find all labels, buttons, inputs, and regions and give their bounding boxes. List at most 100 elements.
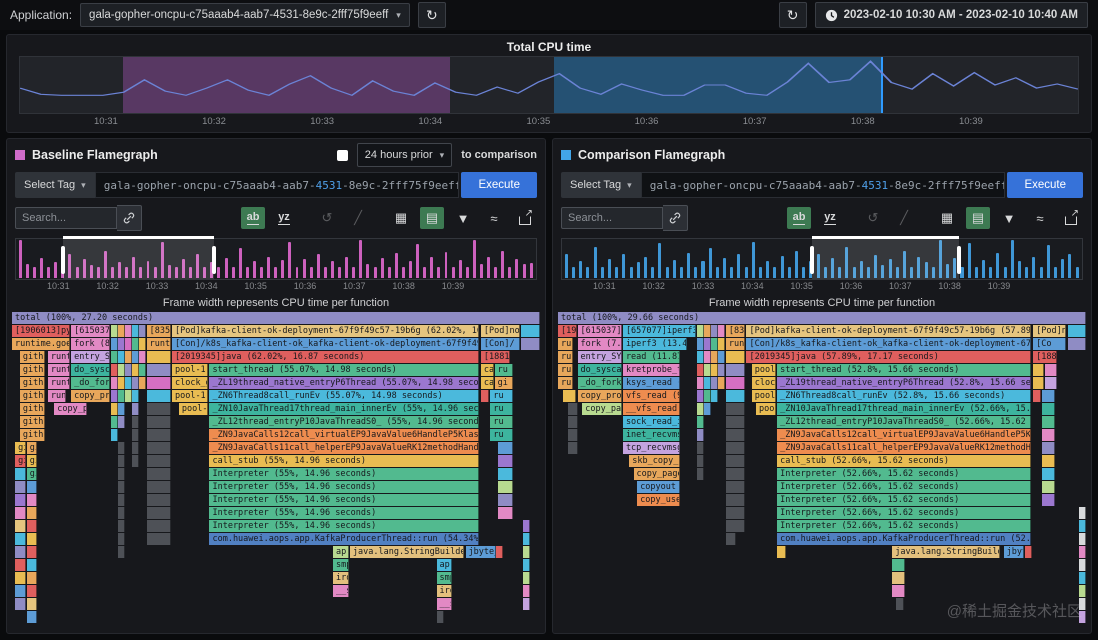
flame-cell[interactable]: Interpreter (55%, 14.96 seconds) (209, 520, 479, 532)
flame-cell[interactable]: com.huawei.aops.app.KafkaProducerThread:… (209, 533, 479, 545)
flame-cell[interactable]: [1906013]pyrosc (12, 325, 70, 337)
flame-cell[interactable]: ru (490, 403, 512, 415)
flame-cell[interactable]: pool- (752, 364, 776, 376)
flame-cell[interactable]: __vfs_read ( (623, 403, 680, 415)
flame-cell[interactable] (718, 364, 725, 376)
flame-cell[interactable] (523, 533, 530, 545)
highlight-icon[interactable]: ╱ (346, 207, 370, 229)
flame-cell[interactable] (15, 481, 26, 493)
flame-cell[interactable] (147, 494, 171, 506)
flame-cell[interactable]: read (11.87%, 1 (623, 351, 680, 363)
flame-cell[interactable] (139, 377, 146, 389)
flame-cell[interactable]: clock (752, 377, 776, 389)
flame-cell[interactable]: ca (481, 377, 494, 389)
flame-cell[interactable] (697, 429, 704, 441)
flame-cell[interactable] (1079, 533, 1086, 545)
flame-cell[interactable] (1033, 390, 1040, 402)
highlight-icon[interactable]: ╱ (892, 207, 916, 229)
flame-cell[interactable]: Interpreter (55%, 14.96 seconds) (209, 481, 479, 493)
flame-cell[interactable]: call_stub (52.66%, 15.62 seconds) (777, 455, 1030, 467)
comparison-search-input[interactable] (561, 207, 663, 229)
flame-cell[interactable]: sock_read_it (623, 416, 680, 428)
flame-cell[interactable] (1079, 546, 1086, 558)
flame-cell[interactable] (118, 507, 125, 519)
flame-cell[interactable]: tcp_recvmsg (623, 442, 680, 454)
flame-cell[interactable]: do_syscal (71, 364, 110, 376)
flame-cell[interactable] (132, 403, 139, 415)
sandwich-view-icon[interactable]: ▤ (420, 207, 444, 229)
flame-cell[interactable] (892, 559, 905, 571)
flame-cell[interactable] (1042, 494, 1056, 506)
flame-cell[interactable] (118, 455, 125, 467)
flame-cell[interactable]: runti (48, 351, 70, 363)
flame-cell[interactable] (523, 598, 530, 610)
fit-head-icon[interactable]: ab (241, 207, 265, 229)
flame-cell[interactable]: ksys_read (9 (623, 377, 680, 389)
flame-cell[interactable]: [Pod]kafka-client-ok-deployment-67f9f49c… (172, 325, 479, 337)
baseline-search-input[interactable] (15, 207, 117, 229)
export-icon[interactable]: ↗ (513, 207, 537, 229)
flame-cell[interactable] (437, 611, 445, 623)
flame-cell[interactable] (726, 481, 745, 493)
comparison-link-button[interactable] (663, 205, 688, 231)
flame-cell[interactable]: Interpreter (52.66%, 15.62 seconds) (777, 520, 1030, 532)
flame-cell[interactable]: Interpreter (55%, 14.96 seconds) (209, 494, 479, 506)
flame-cell[interactable] (118, 442, 125, 454)
flame-cell[interactable] (726, 520, 745, 532)
flame-cell[interactable] (147, 377, 171, 389)
flame-cell[interactable]: [Con]/k8s_kafka-client-ok_kafka-client-o… (172, 338, 479, 350)
flame-cell[interactable] (726, 390, 745, 402)
flame-cell[interactable] (147, 442, 171, 454)
flame-cell[interactable] (726, 494, 745, 506)
flame-cell[interactable] (132, 338, 139, 350)
flame-cell[interactable] (892, 585, 905, 597)
flame-cell[interactable]: github (20, 416, 45, 428)
flame-cell[interactable] (568, 416, 579, 428)
flame-cell[interactable] (147, 364, 171, 376)
flame-cell[interactable] (147, 507, 171, 519)
flame-cell[interactable]: [188 (1033, 351, 1057, 363)
flame-cell[interactable]: iro (333, 572, 349, 584)
flame-cell[interactable]: __s (437, 598, 453, 610)
flame-cell[interactable] (568, 403, 579, 415)
flame-cell[interactable] (523, 585, 530, 597)
flame-cell[interactable]: _ZN9JavaCalls12call_virtualEP9JavaValue6… (777, 429, 1030, 441)
flame-cell[interactable] (15, 559, 26, 571)
flame-cell[interactable]: gi (15, 442, 26, 454)
flame-cell[interactable] (118, 403, 125, 415)
flame-cell[interactable] (726, 416, 745, 428)
flame-cell[interactable]: Interpreter (55%, 14.96 seconds) (209, 507, 479, 519)
flamegraph-view-icon[interactable]: ▼ (451, 207, 475, 229)
comparison-timeline[interactable] (561, 238, 1083, 280)
flame-cell[interactable]: _ZL19thread_native_entryP6Thread (55.07%… (209, 377, 479, 389)
brush-handle-right[interactable] (212, 246, 216, 274)
flame-cell[interactable] (147, 390, 171, 402)
diff-view-icon[interactable]: ≈ (482, 207, 506, 229)
comparison-timeline-brush[interactable] (812, 236, 959, 279)
flame-cell[interactable]: call_stub (55%, 14.96 seconds) (209, 455, 479, 467)
flame-cell[interactable]: github (20, 429, 45, 441)
flame-cell[interactable] (521, 338, 540, 350)
flame-cell[interactable]: _ZN9JavaCalls11call_helperEP9JavaValueRK… (209, 442, 479, 454)
flame-cell[interactable]: gi (27, 455, 38, 467)
flame-cell[interactable]: [Con]/ (481, 338, 520, 350)
flame-cell[interactable] (726, 364, 745, 376)
flame-cell[interactable] (27, 520, 38, 532)
flame-cell[interactable] (118, 494, 125, 506)
flame-cell[interactable] (726, 442, 745, 454)
flame-cell[interactable]: total (100%, 27.20 seconds) (12, 312, 540, 324)
flame-cell[interactable] (726, 403, 745, 415)
baseline-select-tag-button[interactable]: Select Tag ▾ (15, 172, 95, 198)
flame-cell[interactable] (1079, 520, 1086, 532)
flame-cell[interactable] (523, 546, 530, 558)
flame-cell[interactable] (777, 546, 785, 558)
flame-cell[interactable]: clock_g (172, 377, 208, 389)
flame-cell[interactable]: copyout ( (637, 481, 680, 493)
flame-cell[interactable]: Interpreter (52.66%, 15.62 seconds) (777, 468, 1030, 480)
prior-select[interactable]: 24 hours prior ▾ (357, 143, 452, 167)
flame-cell[interactable] (498, 481, 513, 493)
brush-handle-left[interactable] (61, 246, 65, 274)
flame-cell[interactable]: runti (48, 364, 70, 376)
flame-cell[interactable] (697, 416, 704, 428)
flame-cell[interactable] (498, 468, 513, 480)
